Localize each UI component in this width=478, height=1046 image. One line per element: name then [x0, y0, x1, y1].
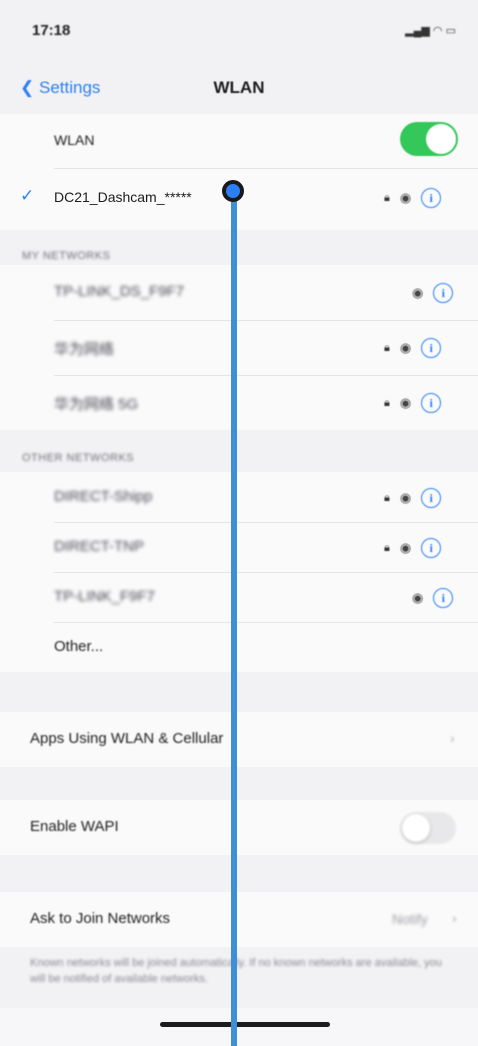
- info-icon[interactable]: i: [421, 538, 442, 558]
- my-networks-header: MY NETWORKS: [22, 250, 111, 262]
- wifi-icon: ◉: [399, 190, 412, 205]
- checkmark-icon: ✓: [20, 186, 35, 205]
- list-item[interactable]: TP-LINK_DS_F9F7 ◉ i: [0, 265, 478, 320]
- ask-to-join-label: Ask to Join Networks: [30, 910, 171, 927]
- network-name: DIRECT-TNP: [54, 538, 144, 555]
- lock-icon: 🔒︎: [384, 396, 390, 409]
- partial-row: [0, 1008, 478, 1046]
- status-bar: 17:18 ▂▄▆ ◠ ▭: [0, 0, 478, 60]
- toggle-knob: [426, 124, 456, 154]
- info-icon[interactable]: i: [421, 488, 442, 508]
- lock-icon: 🔒︎: [384, 491, 390, 504]
- other-label: Other...: [54, 638, 104, 655]
- list-item[interactable]: 华为网络 5G 🔒︎ ◉ i: [0, 375, 478, 430]
- battery-icon: ▭: [445, 25, 456, 37]
- enable-wapi-label: Enable WAPI: [30, 818, 119, 835]
- wifi-status-icon: ◠: [432, 25, 443, 37]
- wlan-group: WLAN ✓ DC21_Dashcam_***** 🔒︎ ◉ i: [0, 114, 478, 230]
- info-icon[interactable]: i: [421, 188, 442, 208]
- info-icon[interactable]: i: [421, 338, 442, 358]
- network-status-icons: 🔒︎ ◉ i: [384, 488, 442, 508]
- wifi-icon: ◉: [412, 590, 424, 605]
- wifi-icon: ◉: [412, 285, 424, 300]
- wifi-icon: ◉: [399, 340, 412, 355]
- ask-to-join-value: Notify: [392, 911, 428, 927]
- info-icon[interactable]: i: [421, 393, 442, 413]
- lock-icon: 🔒︎: [384, 191, 390, 204]
- page-title: WLAN: [213, 78, 265, 97]
- list-item[interactable]: TP-LINK_F9F7 ◉ i: [0, 572, 478, 622]
- list-item[interactable]: DIRECT-TNP 🔒︎ ◉ i: [0, 522, 478, 572]
- status-time: 17:18: [32, 22, 71, 39]
- chevron-right-icon: ›: [450, 730, 455, 746]
- overlay-line: [231, 190, 237, 1046]
- list-item[interactable]: DIRECT-Shipp 🔒︎ ◉ i: [0, 472, 478, 522]
- network-status-icons: 🔒︎ ◉ i: [384, 538, 442, 558]
- info-icon[interactable]: i: [433, 588, 454, 608]
- wapi-toggle[interactable]: [400, 812, 456, 844]
- network-name: 华为网络: [54, 341, 115, 358]
- other-network-row[interactable]: Other...: [0, 622, 478, 672]
- apps-using-wlan-label: Apps Using WLAN & Cellular: [30, 730, 224, 747]
- home-indicator: [160, 1022, 330, 1027]
- lock-icon: 🔒︎: [384, 341, 390, 354]
- connected-network-name: DC21_Dashcam_*****: [54, 189, 192, 205]
- overlay-marker: [222, 180, 244, 202]
- network-status-icons: 🔒︎ ◉ i: [384, 188, 442, 208]
- lock-icon: 🔒︎: [384, 541, 390, 554]
- chevron-right-icon: ›: [452, 910, 457, 926]
- network-name: TP-LINK_DS_F9F7: [54, 283, 185, 300]
- network-status-icons: 🔒︎ ◉ i: [384, 393, 442, 413]
- other-networks-list: DIRECT-Shipp 🔒︎ ◉ i DIRECT-TNP 🔒︎ ◉ i TP…: [0, 472, 478, 672]
- navigation-bar: ❮ Settings WLAN: [0, 64, 478, 114]
- info-icon[interactable]: i: [433, 283, 454, 303]
- wifi-icon: ◉: [399, 490, 412, 505]
- network-status-icons: ◉ i: [412, 588, 454, 608]
- network-name: 华为网络 5G: [54, 396, 139, 413]
- network-status-icons: 🔒︎ ◉ i: [384, 338, 442, 358]
- toggle-knob: [402, 814, 430, 842]
- status-icons: ▂▄▆ ◠ ▭: [405, 24, 456, 37]
- network-status-icons: ◉ i: [412, 283, 454, 303]
- list-item[interactable]: 华为网络 🔒︎ ◉ i: [0, 320, 478, 375]
- wlan-toggle[interactable]: [400, 122, 458, 156]
- wifi-icon: ◉: [399, 395, 412, 410]
- network-name: TP-LINK_F9F7: [54, 588, 155, 605]
- wifi-icon: ◉: [399, 540, 412, 555]
- signal-icon: ▂▄▆: [405, 25, 430, 37]
- apps-using-wlan-row[interactable]: Apps Using WLAN & Cellular ›: [0, 712, 478, 767]
- ask-to-join-row[interactable]: Ask to Join Networks Notify ›: [0, 892, 478, 947]
- wlan-label: WLAN: [54, 132, 95, 148]
- my-networks-list: TP-LINK_DS_F9F7 ◉ i 华为网络 🔒︎ ◉ i 华为网络 5G …: [0, 265, 478, 430]
- ask-to-join-footer: Known networks will be joined automatica…: [30, 957, 442, 985]
- other-networks-header: OTHER NETWORKS: [22, 452, 135, 464]
- enable-wapi-row: Enable WAPI: [0, 800, 478, 855]
- network-name: DIRECT-Shipp: [54, 488, 153, 505]
